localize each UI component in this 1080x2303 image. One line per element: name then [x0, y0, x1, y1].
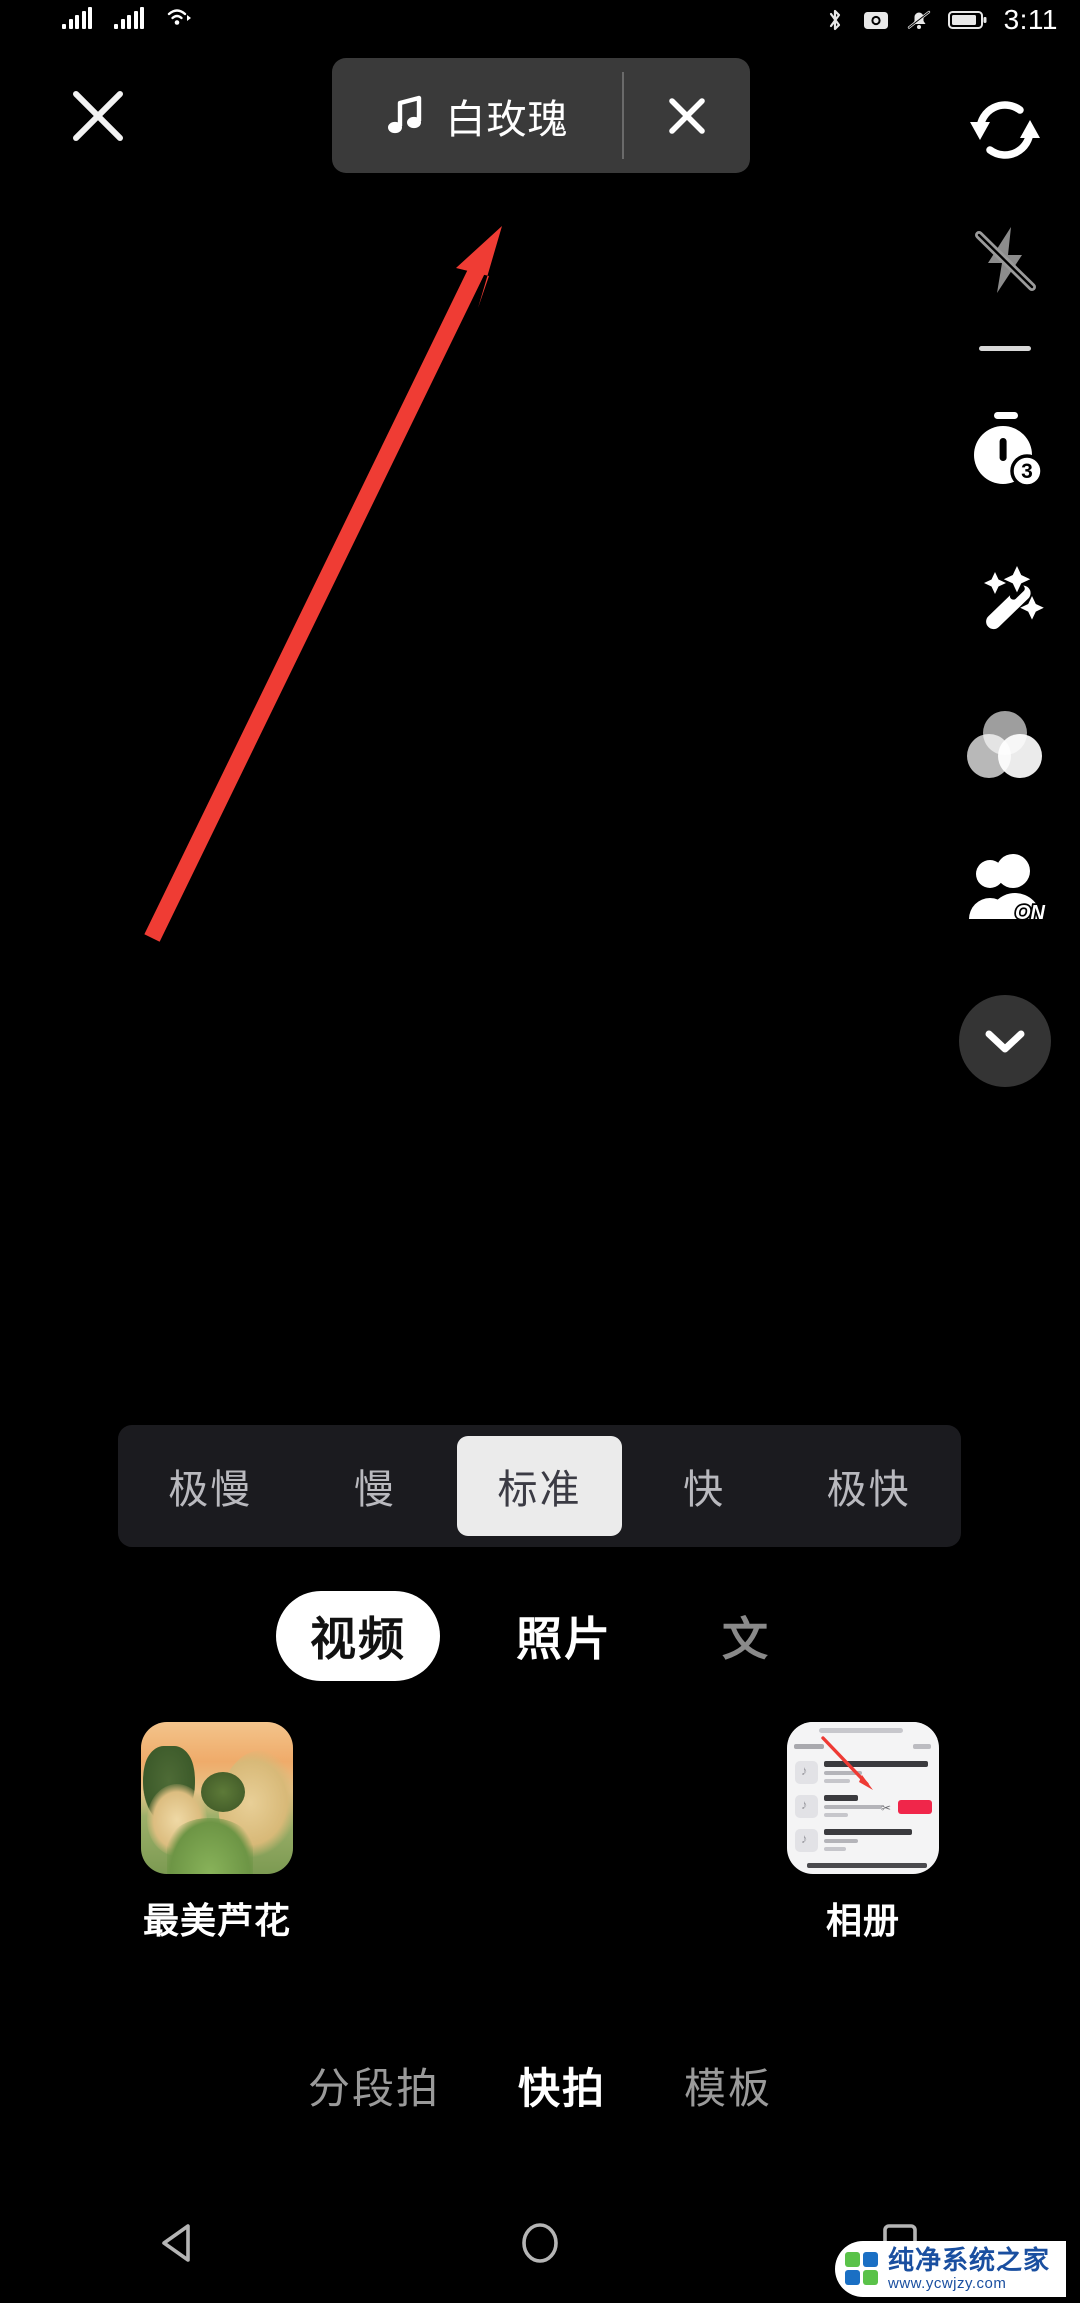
tab-video[interactable]: 视频 [276, 1591, 440, 1681]
magic-wand-icon [984, 565, 1044, 629]
effect-shortcut-button[interactable]: 最美芦花 [102, 1722, 332, 1944]
tab-photo[interactable]: 照片 [482, 1591, 646, 1681]
nav-home-button[interactable] [450, 2183, 630, 2303]
album-thumbnail: ✂ [787, 1722, 939, 1874]
camera-tools-sidebar: 3 ON [930, 60, 1080, 1116]
svg-text:3: 3 [1021, 460, 1033, 483]
duet-button[interactable]: ON [930, 816, 1080, 966]
speed-option-fast[interactable]: 快 [622, 1436, 787, 1536]
wifi-icon [167, 9, 191, 25]
signal-bars-icon [62, 7, 92, 29]
close-button[interactable] [52, 70, 144, 162]
back-triangle-icon [162, 2224, 190, 2262]
camera-capture-screen: 3:11 白玫瑰 3 ON 极慢 慢 标准 快 极快 视频 照片 文 最美芦花 … [0, 0, 1080, 2303]
more-tools-button[interactable] [930, 966, 1080, 1116]
bluetooth-icon [829, 9, 840, 31]
bell-muted-icon [907, 10, 930, 29]
music-note-icon [387, 95, 421, 133]
screenshot-icon [863, 12, 888, 29]
timer-button[interactable]: 3 [930, 376, 1080, 526]
capture-controls-row: 最美芦花 ✂ [0, 1710, 1080, 2000]
four-squares-logo-icon [844, 2252, 879, 2286]
speed-option-very-slow[interactable]: 极慢 [128, 1436, 293, 1536]
shooting-mode-nav: 分段拍 快拍 模板 [0, 2040, 1080, 2130]
watermark-title: 纯净系统之家 [887, 2245, 1050, 2275]
music-remove-button[interactable] [624, 58, 750, 173]
flash-toggle-button[interactable] [930, 200, 1080, 320]
site-watermark: 纯净系统之家 www.ycwjzy.com [834, 2241, 1066, 2297]
close-icon [73, 91, 123, 141]
status-bar-right: 3:11 [824, 4, 1058, 36]
beauty-effects-button[interactable] [930, 526, 1080, 671]
thumbnail-annotation-arrow [821, 1736, 873, 1790]
mode-quick[interactable]: 快拍 [518, 2055, 606, 2116]
flip-camera-button[interactable] [930, 60, 1080, 200]
status-bar: 3:11 [0, 0, 1080, 44]
effect-label: 最美芦花 [142, 1900, 291, 1941]
watermark-text: 纯净系统之家 www.ycwjzy.com [888, 2247, 1050, 2291]
close-icon [669, 97, 705, 134]
chevron-down-icon [985, 1030, 1025, 1053]
nav-back-button[interactable] [90, 2183, 270, 2303]
speed-option-standard[interactable]: 标准 [457, 1436, 622, 1536]
watermark-url: www.ycwjzy.com [887, 2275, 1007, 2292]
status-bar-clock: 3:11 [1003, 4, 1058, 35]
speed-option-very-fast[interactable]: 极快 [786, 1436, 951, 1536]
tools-divider [930, 320, 1080, 376]
effect-thumbnail [141, 1722, 293, 1874]
mode-segmented[interactable]: 分段拍 [308, 2055, 440, 2116]
music-title: 白玫瑰 [445, 97, 569, 142]
filter-circles-icon [967, 710, 1042, 778]
people-icon: ON [969, 854, 1047, 926]
filter-button[interactable] [930, 671, 1080, 816]
flash-off-icon [975, 227, 1036, 293]
album-label: 相册 [825, 1900, 900, 1941]
battery-icon [947, 11, 987, 29]
more-tools-circle [959, 995, 1051, 1087]
timer-icon: 3 [974, 412, 1044, 488]
speed-selector: 极慢 慢 标准 快 极快 [118, 1425, 961, 1547]
speed-option-slow[interactable]: 慢 [293, 1436, 458, 1536]
mode-template[interactable]: 模板 [684, 2055, 772, 2116]
home-circle-icon [522, 2223, 558, 2263]
tab-text[interactable]: 文 [688, 1591, 804, 1681]
album-button[interactable]: ✂ 相册 [748, 1722, 978, 1944]
svg-text:ON: ON [1015, 902, 1046, 924]
capture-mode-tabs: 视频 照片 文 [0, 1580, 1080, 1692]
camera-flip-icon [970, 101, 1040, 159]
status-bar-left [62, 6, 194, 30]
signal-bars-icon [114, 7, 144, 29]
music-pill-main[interactable]: 白玫瑰 [332, 58, 622, 173]
selected-music-pill[interactable]: 白玫瑰 [332, 58, 750, 173]
divider-line [979, 345, 1031, 351]
